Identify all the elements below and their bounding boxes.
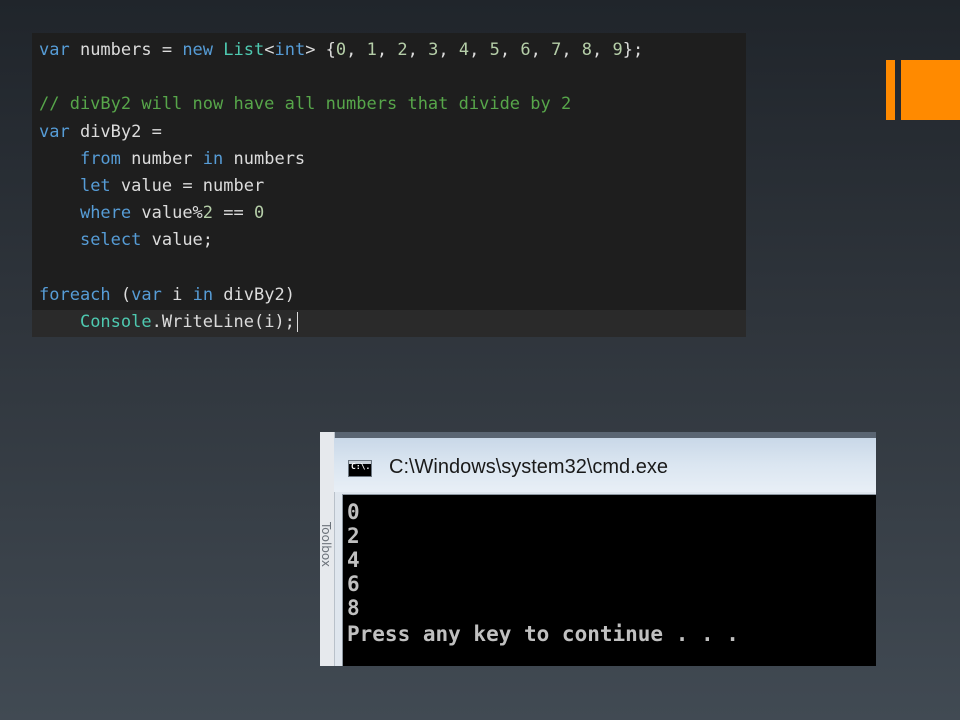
code-token: < <box>264 40 275 60</box>
code-token: , <box>561 40 582 60</box>
code-token: in <box>202 148 224 169</box>
code-token: }; <box>622 40 644 60</box>
code-token: value = number <box>110 175 265 196</box>
console-output-lines: 02468 <box>347 500 876 620</box>
console-title: C:\Windows\system32\cmd.exe <box>389 456 668 478</box>
code-lines: var numbers = new List<int> {0, 1, 2, 3,… <box>39 37 746 336</box>
console-output-line: 6 <box>347 572 360 596</box>
console-output-line: 2 <box>347 524 360 548</box>
code-token: where <box>79 203 132 224</box>
code-token: == <box>213 203 254 224</box>
code-token: 1 <box>366 40 377 60</box>
code-token: , <box>438 40 459 60</box>
code-token: > { <box>305 40 336 60</box>
code-line: let value = number <box>39 173 746 200</box>
console-output-area[interactable]: 02468 Press any key to continue . . . <box>342 494 876 666</box>
code-token: i <box>161 284 193 305</box>
code-token: value% <box>131 203 203 224</box>
code-token: in <box>192 284 214 305</box>
code-token: var <box>131 284 162 305</box>
code-token: , <box>407 40 429 60</box>
cmd-icon-text: C:\. <box>351 462 371 471</box>
code-token: , <box>469 40 490 60</box>
accent-bar-wide <box>901 60 960 120</box>
cmd-icon: C:\. <box>348 460 372 477</box>
text-caret <box>296 311 298 332</box>
code-token: 9 <box>612 40 623 60</box>
console-titlebar[interactable]: C:\. C:\Windows\system32\cmd.exe <box>334 438 876 492</box>
console-output-line: 0 <box>347 500 360 524</box>
code-token: int <box>274 40 306 60</box>
code-token: 3 <box>428 40 439 60</box>
console-output-line: 4 <box>347 548 360 572</box>
code-token: var <box>39 40 70 60</box>
toolbox-label: Toolbox <box>320 522 333 567</box>
code-token: divBy2 = <box>69 121 162 142</box>
code-line: select value; <box>39 227 746 254</box>
code-token: , <box>530 40 552 60</box>
code-token: let <box>79 175 111 196</box>
console-prompt-text: Press any key to continue . . . <box>347 622 739 646</box>
code-token: value; <box>141 230 214 251</box>
orange-accent-decoration <box>886 60 960 120</box>
code-token: numbers <box>223 148 306 169</box>
code-token: ( <box>110 284 132 305</box>
code-token: 0 <box>335 40 347 60</box>
code-token: , <box>376 40 398 60</box>
code-token: 2 <box>397 40 408 60</box>
code-token: 5 <box>489 40 500 60</box>
console-window[interactable]: Toolbox C:\. C:\Windows\system32\cmd.exe… <box>320 432 876 666</box>
code-token: .WriteLine(i); <box>151 311 295 332</box>
code-token: 8 <box>581 40 593 60</box>
code-token: 2 <box>202 203 214 224</box>
code-token: , <box>499 40 521 60</box>
background-toolbox-strip: Toolbox <box>320 432 335 666</box>
code-line: var numbers = new List<int> {0, 1, 2, 3,… <box>39 37 746 64</box>
code-line: var divBy2 = <box>39 119 746 146</box>
code-line: Console.WriteLine(i); <box>39 309 746 336</box>
code-token: 6 <box>520 40 531 60</box>
code-token: 0 <box>254 203 265 224</box>
code-token: List <box>223 40 265 60</box>
code-token: Console <box>79 311 152 332</box>
console-output-line: 8 <box>347 596 360 620</box>
code-token: numbers = <box>69 40 183 60</box>
code-token: new <box>182 40 214 60</box>
code-token: foreach <box>39 284 111 305</box>
code-line: // divBy2 will now have all numbers that… <box>39 91 746 118</box>
code-token: 7 <box>551 40 562 60</box>
code-token: , <box>592 40 613 60</box>
code-token: var <box>39 121 70 142</box>
code-token: , <box>346 40 367 60</box>
code-token: from <box>79 148 121 169</box>
code-token: select <box>79 230 142 251</box>
code-token: // divBy2 will now have all numbers that… <box>39 94 572 115</box>
code-line: where value%2 == 0 <box>39 200 746 227</box>
accent-bar-thin <box>886 60 895 120</box>
code-token: divBy2) <box>213 284 295 305</box>
code-line: foreach (var i in divBy2) <box>39 282 746 309</box>
code-token: 4 <box>458 40 470 60</box>
code-token: number <box>120 148 203 169</box>
code-line: from number in numbers <box>39 146 746 173</box>
code-editor-panel[interactable]: var numbers = new List<int> {0, 1, 2, 3,… <box>32 33 746 337</box>
